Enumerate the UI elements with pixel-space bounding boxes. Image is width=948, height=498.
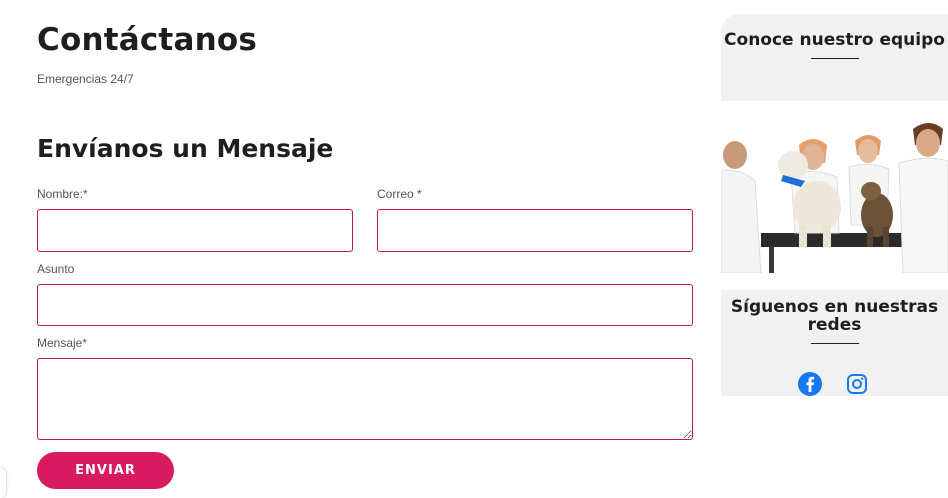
team-photo bbox=[721, 115, 948, 273]
team-divider bbox=[810, 58, 859, 59]
instagram-icon[interactable] bbox=[845, 372, 869, 396]
name-input[interactable] bbox=[37, 209, 353, 252]
emergency-subtitle: Emergencias 24/7 bbox=[37, 72, 134, 86]
side-tab-handle[interactable] bbox=[0, 468, 6, 498]
email-label: Correo * bbox=[377, 187, 422, 201]
subject-input[interactable] bbox=[37, 284, 693, 326]
form-title: Envíanos un Mensaje bbox=[37, 134, 334, 163]
vet-team-illustration bbox=[721, 115, 948, 273]
social-title: Síguenos en nuestras redes bbox=[730, 297, 939, 335]
social-card: Síguenos en nuestras redes bbox=[721, 290, 948, 396]
team-title: Conoce nuestro equipo bbox=[724, 30, 945, 50]
message-textarea[interactable] bbox=[37, 358, 693, 440]
social-divider bbox=[810, 343, 859, 344]
message-label: Mensaje* bbox=[37, 336, 88, 350]
send-button[interactable]: ENVIAR bbox=[37, 452, 174, 489]
page-title: Contáctanos bbox=[37, 22, 257, 58]
subject-label: Asunto bbox=[37, 262, 75, 276]
email-input[interactable] bbox=[377, 209, 693, 252]
social-icons bbox=[721, 372, 948, 398]
team-card: Conoce nuestro equipo bbox=[721, 14, 948, 101]
facebook-icon[interactable] bbox=[798, 372, 822, 396]
name-label: Nombre:* bbox=[37, 187, 88, 201]
